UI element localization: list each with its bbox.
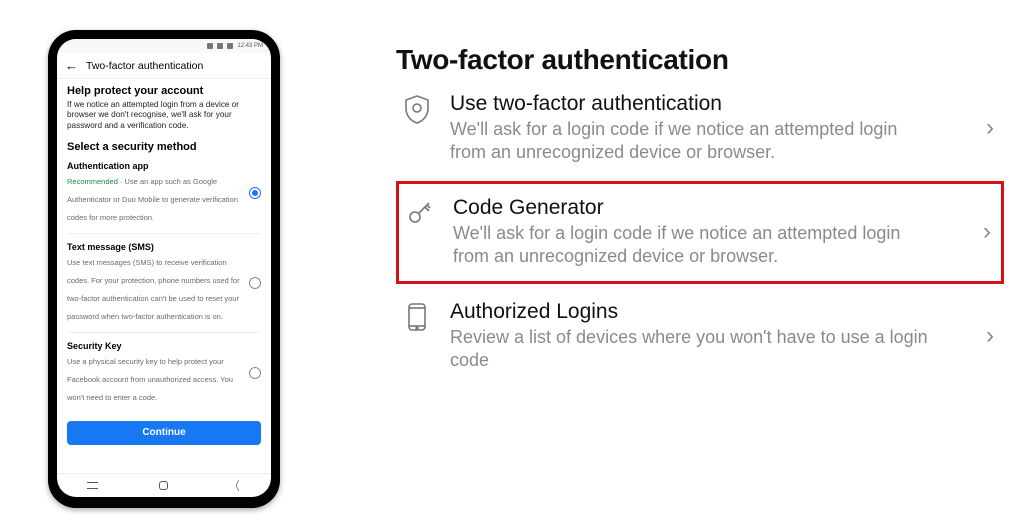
nav-home-icon[interactable] [159, 481, 168, 490]
radio-selected-icon[interactable] [249, 187, 261, 199]
help-protect-title: Help protect your account [67, 85, 261, 97]
phone-screen: 12:43 PM ← Two-factor authentication Hel… [57, 39, 271, 497]
phone-frame: 12:43 PM ← Two-factor authentication Hel… [48, 30, 280, 508]
android-nav-bar: 〈 [57, 473, 271, 497]
row-title: Code Generator [453, 196, 961, 220]
radio-unselected-icon[interactable] [249, 277, 261, 289]
radio-unselected-icon[interactable] [249, 367, 261, 379]
method-recommended: Recommended · [67, 177, 125, 186]
chevron-right-icon: › [977, 218, 991, 246]
select-method-title: Select a security method [67, 141, 261, 153]
continue-button[interactable]: Continue [67, 421, 261, 445]
page-title: Two-factor authentication [86, 60, 203, 72]
method-title: Authentication app [67, 161, 241, 171]
row-title: Use two-factor authentication [450, 92, 964, 116]
method-authentication-app[interactable]: Authentication app Recommended · Use an … [67, 153, 261, 234]
status-time: 12:43 PM [237, 43, 263, 49]
chevron-right-icon: › [980, 114, 994, 142]
method-title: Security Key [67, 341, 241, 351]
method-desc: Use text messages (SMS) to receive verif… [67, 258, 240, 321]
row-desc: We'll ask for a login code if we notice … [453, 222, 933, 267]
scroll-content: Help protect your account If we notice a… [57, 79, 271, 473]
method-security-key[interactable]: Security Key Use a physical security key… [67, 333, 261, 413]
status-bar: 12:43 PM [57, 39, 271, 53]
nav-back-icon[interactable]: 〈 [230, 477, 239, 494]
back-arrow-icon[interactable]: ← [65, 59, 78, 72]
row-title: Authorized Logins [450, 300, 964, 324]
row-code-generator[interactable]: Code Generator We'll ask for a login cod… [396, 181, 1004, 284]
row-desc: We'll ask for a login code if we notice … [450, 118, 930, 163]
wifi-icon [217, 43, 223, 49]
method-text-message[interactable]: Text message (SMS) Use text messages (SM… [67, 234, 261, 333]
key-icon [403, 196, 437, 226]
method-title: Text message (SMS) [67, 242, 241, 252]
signal-icon [207, 43, 213, 49]
app-bar: ← Two-factor authentication [57, 53, 271, 79]
phone-icon [400, 300, 434, 332]
chevron-right-icon: › [980, 322, 994, 350]
settings-panel: Two-factor authentication Use two-factor… [396, 44, 1004, 387]
row-authorized-logins[interactable]: Authorized Logins Review a list of devic… [396, 284, 1004, 387]
row-use-2fa[interactable]: Use two-factor authentication We'll ask … [396, 76, 1004, 179]
panel-heading: Two-factor authentication [396, 44, 1004, 76]
row-desc: Review a list of devices where you won't… [450, 326, 930, 371]
help-protect-desc: If we notice an attempted login from a d… [67, 100, 261, 131]
battery-icon [227, 43, 233, 49]
method-desc: Use a physical security key to help prot… [67, 357, 233, 402]
nav-recent-icon[interactable] [87, 482, 98, 489]
shield-icon [400, 92, 434, 124]
